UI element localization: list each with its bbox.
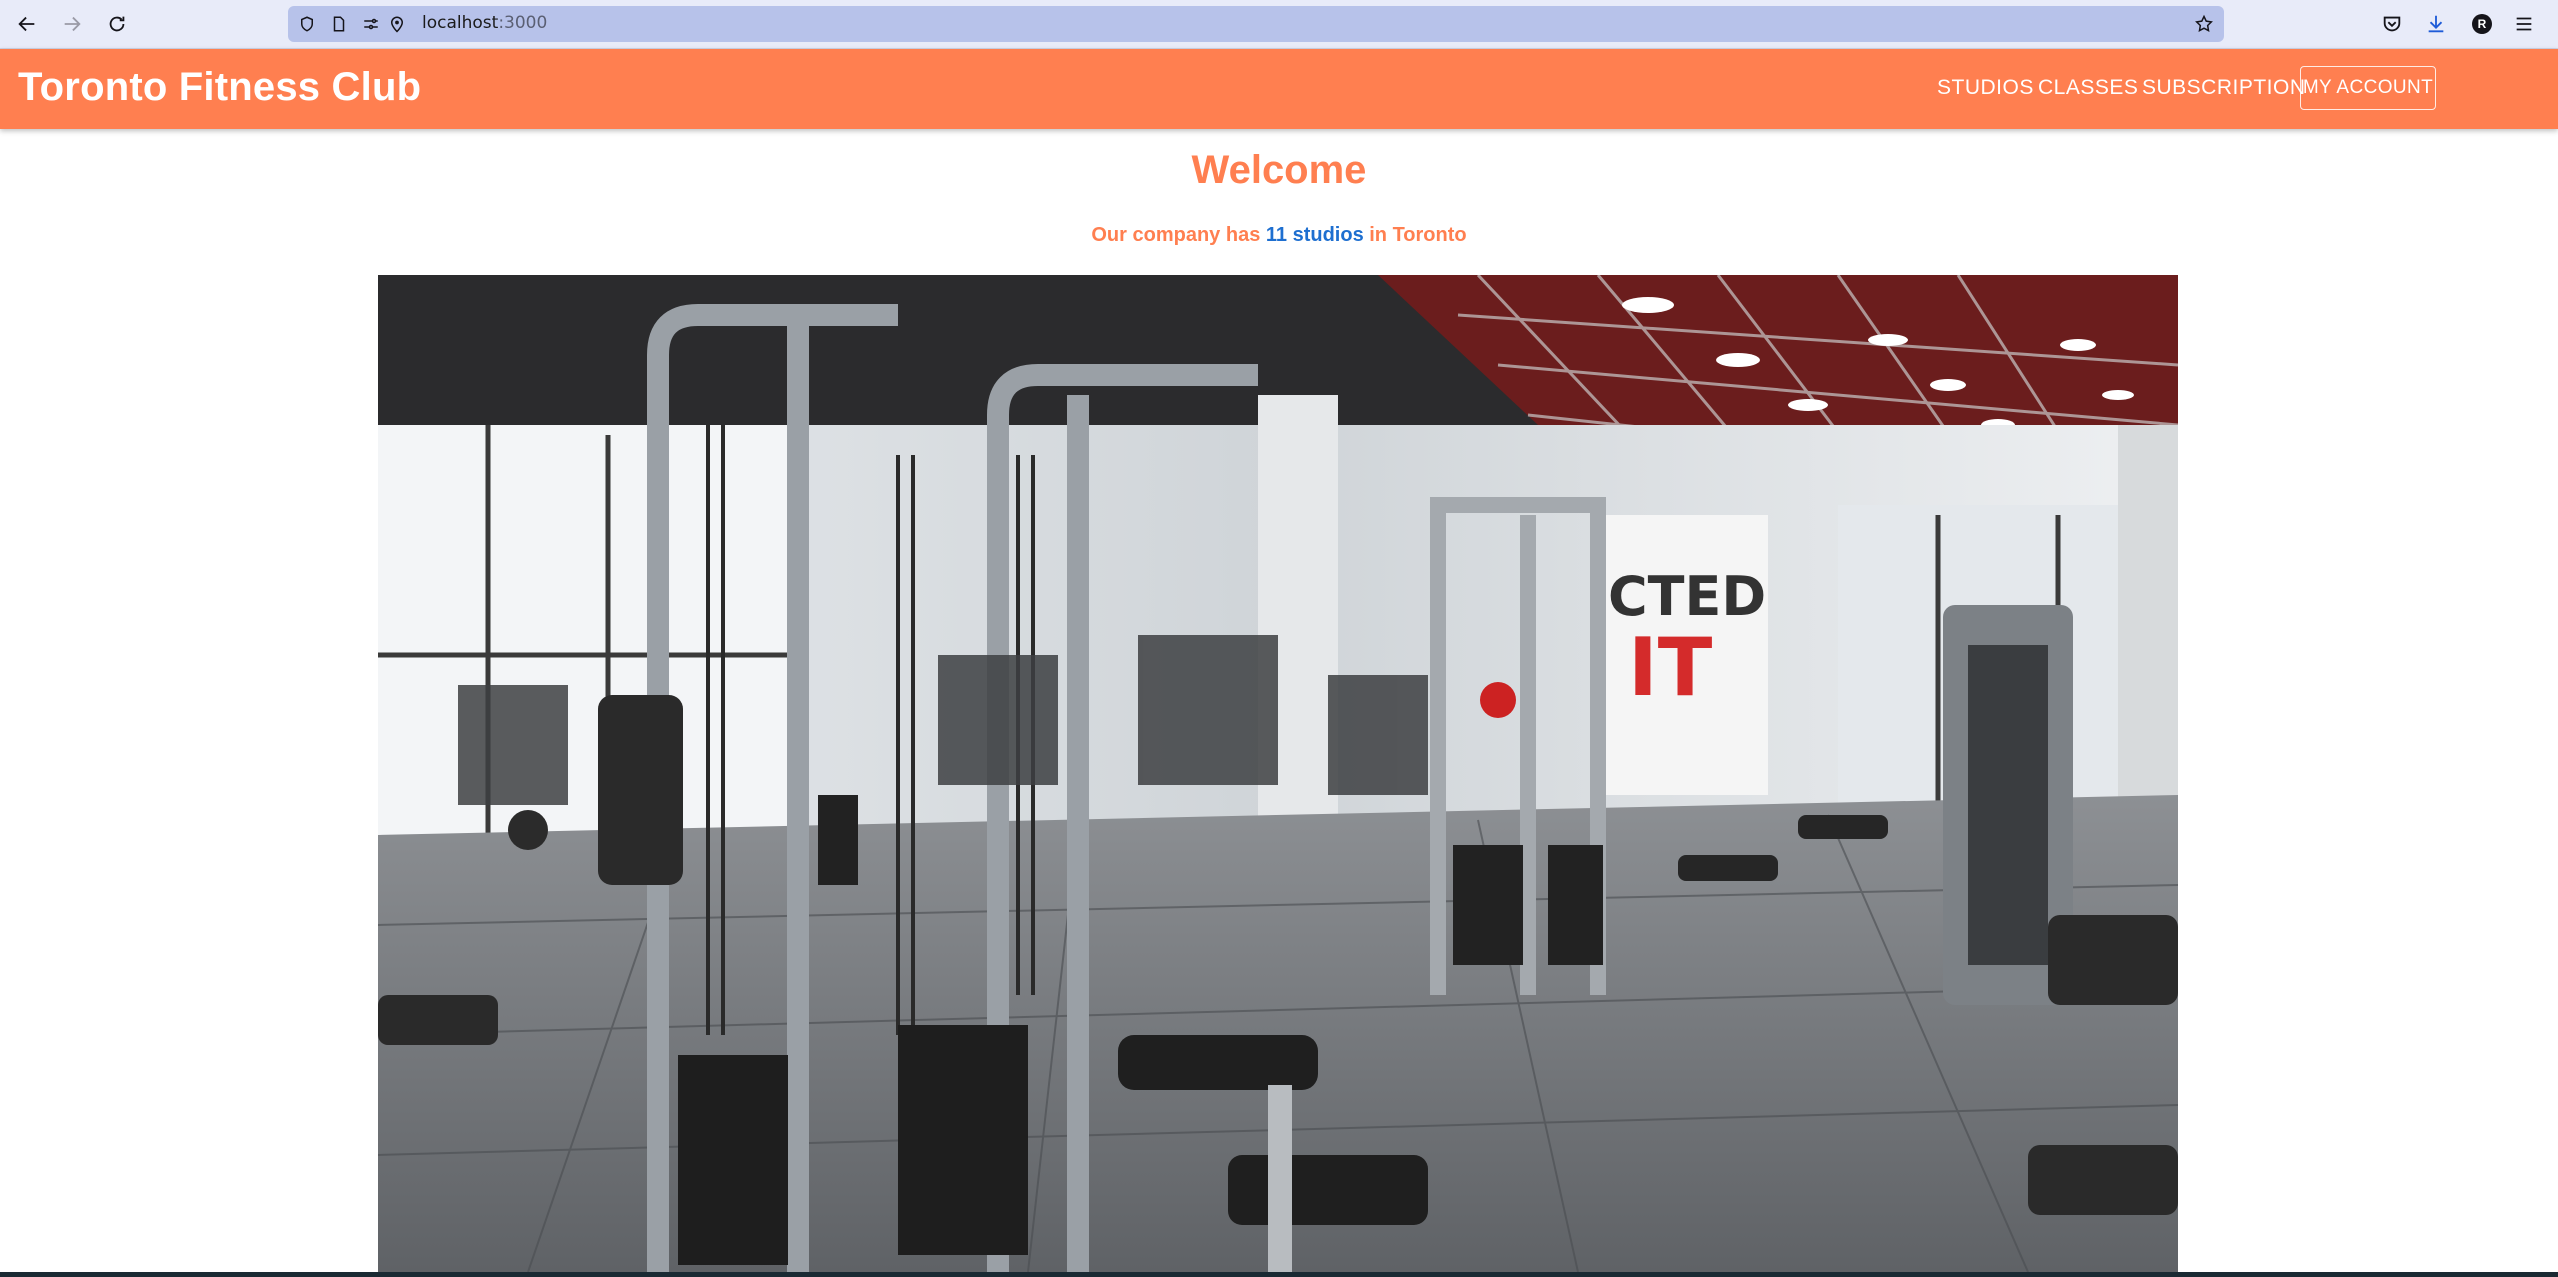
nav-classes[interactable]: CLASSES <box>2038 76 2138 100</box>
pocket-icon[interactable] <box>2380 12 2404 36</box>
back-icon[interactable] <box>13 10 41 38</box>
browser-toolbar: localhost:3000 R <box>0 0 2558 49</box>
studio-count-text: Our company has 11 studios in Toronto <box>0 224 2558 247</box>
reload-icon[interactable] <box>103 10 131 38</box>
url-host: localhost <box>422 13 499 33</box>
profile-avatar-icon[interactable]: R <box>2470 12 2494 36</box>
svg-text:IT: IT <box>1628 621 1713 714</box>
subtitle-prefix: Our company has <box>1091 224 1266 246</box>
nav-subscription[interactable]: SUBSCRIPTION <box>2142 76 2306 100</box>
taskbar-edge <box>0 1272 2558 1277</box>
location-icon[interactable] <box>388 15 406 33</box>
downloads-icon[interactable] <box>2424 12 2448 36</box>
permissions-icon[interactable] <box>362 15 380 33</box>
profile-initial: R <box>2472 14 2492 34</box>
subtitle-suffix: in Toronto <box>1363 224 1467 246</box>
url-text[interactable]: localhost:3000 <box>422 13 547 33</box>
app-header: Toronto Fitness Club STUDIOS CLASSES SUB… <box>0 49 2558 129</box>
url-bar[interactable]: localhost:3000 <box>288 6 2224 42</box>
nav-studios[interactable]: STUDIOS <box>1937 76 2034 100</box>
url-port: :3000 <box>498 13 548 33</box>
menu-icon[interactable] <box>2512 12 2536 36</box>
brand-title[interactable]: Toronto Fitness Club <box>18 65 421 110</box>
forward-icon[interactable] <box>58 10 86 38</box>
svg-text:CTED: CTED <box>1608 565 1766 628</box>
page-title: Welcome <box>1191 148 1367 192</box>
shield-icon[interactable] <box>298 15 316 33</box>
bookmark-star-icon[interactable] <box>2194 14 2214 34</box>
my-account-button[interactable]: MY ACCOUNT <box>2300 66 2436 110</box>
gym-hero-image: CTED IT <box>378 275 2178 1272</box>
studios-link[interactable]: 11 studios <box>1266 224 1364 246</box>
page-icon[interactable] <box>330 15 348 33</box>
